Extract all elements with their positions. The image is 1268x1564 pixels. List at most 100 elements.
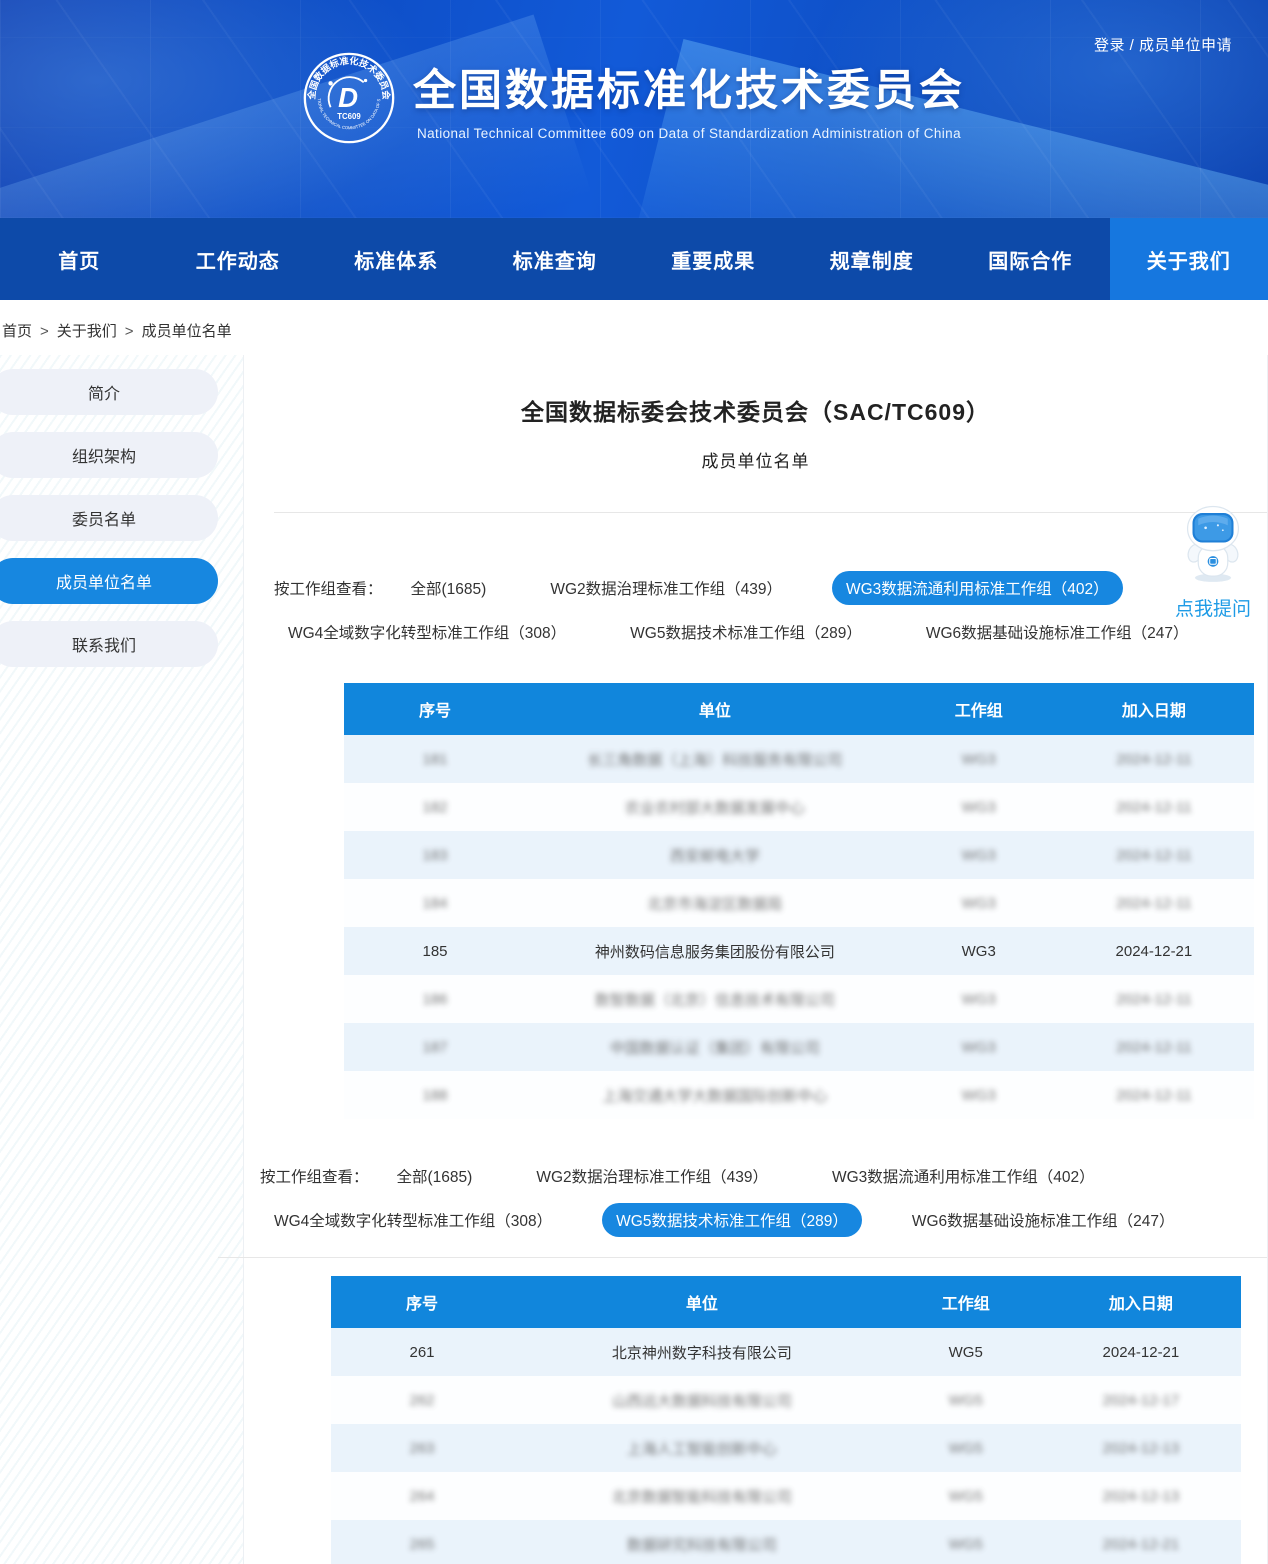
filter-row: 按工作组查看：全部(1685)WG2数据治理标准工作组（439）WG3数据流通利… <box>260 1159 1267 1193</box>
sidebar-item-组织架构[interactable]: 组织架构 <box>0 432 218 478</box>
cell-workgroup: WG3 <box>904 879 1054 927</box>
sidebar-item-联系我们[interactable]: 联系我们 <box>0 621 218 667</box>
breadcrumb: 首页>关于我们>成员单位名单 <box>2 320 1268 341</box>
cell-date: 2024-12-11 <box>1054 1023 1254 1071</box>
cell-unit: 北京神州数字科技有限公司 <box>513 1328 891 1376</box>
cell-text: 188 <box>422 1087 447 1104</box>
ask-me-link[interactable]: 点我提问 <box>1165 594 1261 621</box>
cell-text: WG3 <box>962 751 996 768</box>
cell-text: WG3 <box>962 799 996 816</box>
table-row: 184北京市海淀区数据局WG32024-12-11 <box>344 879 1254 927</box>
site-subtitle: National Technical Committee 609 on Data… <box>413 126 965 141</box>
sidebar-item-简介[interactable]: 简介 <box>0 369 218 415</box>
filter-tab[interactable]: WG6数据基础设施标准工作组（247） <box>912 615 1203 649</box>
nav-item-国际合作[interactable]: 国际合作 <box>951 218 1110 300</box>
filter-tab[interactable]: WG2数据治理标准工作组（439） <box>536 571 796 605</box>
cell-text: WG5 <box>949 1440 983 1457</box>
nav-item-重要成果[interactable]: 重要成果 <box>634 218 793 300</box>
cell-text: 2024-12-11 <box>1116 751 1192 768</box>
nav-item-标准体系[interactable]: 标准体系 <box>317 218 476 300</box>
cell-unit: 长三角数据（上海）科技服务有限公司 <box>526 735 904 783</box>
robot-assistant-icon[interactable] <box>1172 505 1254 585</box>
nav-item-首页[interactable]: 首页 <box>0 218 159 300</box>
table-row: 182农业农村部大数据发展中心WG32024-12-11 <box>344 783 1254 831</box>
table-row: 264北京数据智能科技有限公司WG52024-12-13 <box>331 1472 1241 1520</box>
cell-date: 2024-12-11 <box>1054 975 1254 1023</box>
cell-text: 182 <box>422 799 447 816</box>
cell-date: 2024-12-21 <box>1041 1520 1241 1564</box>
cell-no: 184 <box>344 879 526 927</box>
breadcrumb-item: 成员单位名单 <box>142 323 232 340</box>
cell-workgroup: WG5 <box>891 1376 1041 1424</box>
sidebar-item-成员单位名单[interactable]: 成员单位名单 <box>0 558 218 604</box>
cell-text: 上海交通大学大数据国际创新中心 <box>602 1088 827 1105</box>
cell-text: 数据研究科技有限公司 <box>627 1537 777 1554</box>
sidebar: 简介组织架构委员名单成员单位名单联系我们 <box>0 355 243 1564</box>
cell-text: 北京市海淀区数据局 <box>647 896 782 913</box>
cell-text: WG5 <box>949 1344 983 1361</box>
cell-no: 185 <box>344 927 526 975</box>
content-panel: 全国数据标委会技术委员会（SAC/TC609） 成员单位名单 点我提问 按工 <box>243 355 1268 1564</box>
cell-text: 2024-12-21 <box>1116 943 1193 960</box>
cell-text: 2024-12-17 <box>1103 1392 1180 1409</box>
divider <box>218 1257 1267 1258</box>
assistant-widget[interactable]: 点我提问 <box>1165 505 1261 621</box>
cell-unit: 上海人工智能创新中心 <box>513 1424 891 1472</box>
filter-tab[interactable]: WG3数据流通利用标准工作组（402） <box>832 571 1123 605</box>
nav-item-标准查询[interactable]: 标准查询 <box>476 218 635 300</box>
cell-workgroup: WG5 <box>891 1520 1041 1564</box>
cell-no: 263 <box>331 1424 513 1472</box>
cell-workgroup: WG3 <box>904 831 1054 879</box>
nav-item-规章制度[interactable]: 规章制度 <box>793 218 952 300</box>
column-header-序号: 序号 <box>344 683 526 735</box>
nav-item-工作动态[interactable]: 工作动态 <box>159 218 318 300</box>
cell-date: 2024-12-11 <box>1054 831 1254 879</box>
sidebar-item-委员名单[interactable]: 委员名单 <box>0 495 218 541</box>
cell-no: 261 <box>331 1328 513 1376</box>
cell-text: 184 <box>422 895 447 912</box>
cell-unit: 数智数据（北京）信息技术有限公司 <box>526 975 904 1023</box>
table-header-row: 序号单位工作组加入日期 <box>344 683 1254 735</box>
login-member-apply-link[interactable]: 登录 / 成员单位申请 <box>1094 34 1232 55</box>
divider <box>274 512 1267 513</box>
cell-unit: 数据研究科技有限公司 <box>513 1520 891 1564</box>
filter-tab[interactable]: WG4全域数字化转型标准工作组（308） <box>260 1203 566 1237</box>
cell-text: 185 <box>422 943 447 960</box>
table-row: 188上海交通大学大数据国际创新中心WG32024-12-11 <box>344 1071 1254 1119</box>
column-header-加入日期: 加入日期 <box>1041 1276 1241 1328</box>
cell-date: 2024-12-11 <box>1054 735 1254 783</box>
filter-tab[interactable]: WG3数据流通利用标准工作组（402） <box>818 1159 1109 1193</box>
cell-workgroup: WG5 <box>891 1472 1041 1520</box>
cell-text: WG3 <box>962 847 996 864</box>
page-title: 全国数据标委会技术委员会（SAC/TC609） <box>244 393 1267 427</box>
nav-item-关于我们[interactable]: 关于我们 <box>1110 218 1268 300</box>
filter-tab[interactable]: WG4全域数字化转型标准工作组（308） <box>274 615 580 649</box>
cell-text: 2024-12-11 <box>1116 847 1192 864</box>
filter-tab[interactable]: 全部(1685) <box>397 571 501 605</box>
site-title: 全国数据标准化技术委员会 <box>413 56 965 118</box>
svg-text:TC609: TC609 <box>337 112 361 121</box>
cell-text: 北京神州数字科技有限公司 <box>612 1345 792 1362</box>
cell-date: 2024-12-17 <box>1041 1376 1241 1424</box>
cell-text: WG3 <box>962 1087 996 1104</box>
filter-tab[interactable]: WG6数据基础设施标准工作组（247） <box>898 1203 1189 1237</box>
filter-tab[interactable]: WG2数据治理标准工作组（439） <box>522 1159 782 1193</box>
breadcrumb-item[interactable]: 关于我们 <box>57 323 117 340</box>
cell-workgroup: WG5 <box>891 1328 1041 1376</box>
cell-workgroup: WG3 <box>904 783 1054 831</box>
banner: 登录 / 成员单位申请 全国数据标准化技术委员会 NATIONAL TECHNI… <box>0 0 1268 218</box>
table-row: 183西安邮电大学WG32024-12-11 <box>344 831 1254 879</box>
cell-workgroup: WG3 <box>904 1023 1054 1071</box>
filter-tab[interactable]: WG5数据技术标准工作组（289） <box>616 615 876 649</box>
cell-text: 上海人工智能创新中心 <box>627 1441 777 1458</box>
filter-tab[interactable]: WG5数据技术标准工作组（289） <box>602 1203 862 1237</box>
cell-date: 2024-12-13 <box>1041 1472 1241 1520</box>
cell-text: 神州数码信息服务集团股份有限公司 <box>595 944 835 961</box>
cell-unit: 山西远大数据科技有限公司 <box>513 1376 891 1424</box>
member-table-wg5: 序号单位工作组加入日期261北京神州数字科技有限公司WG52024-12-212… <box>331 1276 1241 1564</box>
filter-tab[interactable]: 全部(1685) <box>383 1159 487 1193</box>
filter-row: 按工作组查看：全部(1685)WG2数据治理标准工作组（439）WG3数据流通利… <box>274 571 1267 605</box>
cell-text: 181 <box>422 751 447 768</box>
breadcrumb-item[interactable]: 首页 <box>2 323 32 340</box>
cell-text: WG5 <box>949 1536 983 1553</box>
